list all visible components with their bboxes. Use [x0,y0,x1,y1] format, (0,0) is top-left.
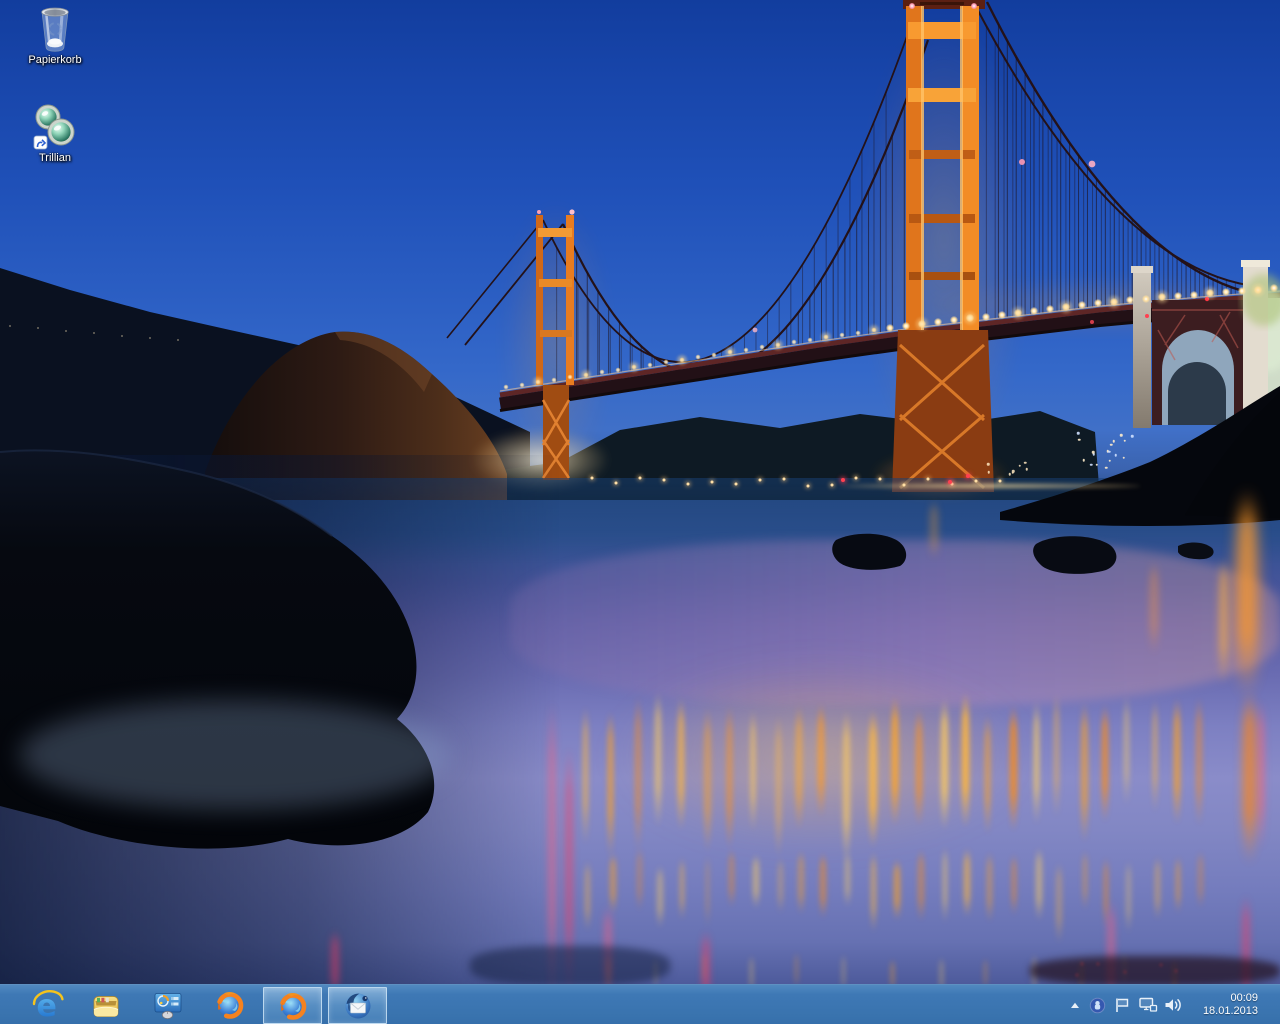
internet-explorer-icon: e [32,989,64,1021]
action-center-button[interactable] [1110,985,1134,1024]
water-mist [20,700,450,810]
sand-shadow [470,946,670,986]
water-band [0,478,1280,563]
network-button[interactable] [1136,985,1160,1024]
water-shadow [0,455,560,1024]
file-explorer-icon [90,989,122,1021]
desktop: Papierkorb Trillian [0,0,1280,1024]
firefox-icon [214,989,246,1021]
desktop-icon-label: Papierkorb [16,54,94,67]
shortcut-arrow-icon [34,136,47,149]
show-hidden-icons-button[interactable] [1066,985,1084,1024]
wallpaper-lights [0,0,1280,1024]
firefox-icon [277,990,309,1022]
chevron-up-icon [1069,1000,1081,1010]
taskbar-file-explorer-button[interactable] [77,985,135,1024]
foreground-rocks [0,0,1280,1024]
wallpaper-bridge-scene [0,0,1280,1024]
taskbar-firefox-button[interactable] [201,985,259,1024]
water-reflections [0,0,1280,1024]
taskbar-firefox-window-button[interactable] [263,987,322,1024]
taskbar-control-panel-button[interactable] [139,985,197,1024]
clock-date: 18.01.2013 [1203,1005,1258,1018]
control-panel-icon [152,989,184,1021]
volume-icon [1163,996,1183,1014]
desktop-icon-recycle-bin[interactable]: Papierkorb [16,5,94,67]
taskbar: e [0,984,1280,1024]
pebble-shadow [1030,956,1280,986]
network-status-icon [1138,996,1158,1014]
taskbar-internet-explorer-button[interactable]: e [19,985,77,1024]
taskbar-clock[interactable]: 00:09 18.01.2013 [1186,985,1262,1024]
thunderbird-icon [342,990,374,1022]
taskbar-thunderbird-window-button[interactable] [328,987,387,1024]
beach-glow [610,660,1030,850]
volume-button[interactable] [1160,985,1186,1024]
trillian-icon [31,103,79,151]
desktop-icon-label: Trillian [16,152,94,165]
trillian-tray-icon [1089,997,1106,1014]
trillian-tray-button[interactable] [1086,985,1108,1024]
recycle-bin-icon [31,5,79,53]
wallpaper-golden-gate [0,0,1280,1024]
action-center-flag-icon [1113,996,1131,1014]
bridge-far-tower [536,209,575,480]
desktop-icon-trillian[interactable]: Trillian [16,103,94,165]
lavender-sheen [510,540,1280,705]
fort-point [1090,260,1280,428]
clock-time: 00:09 [1230,992,1258,1005]
bridge-near-tower [892,0,994,492]
